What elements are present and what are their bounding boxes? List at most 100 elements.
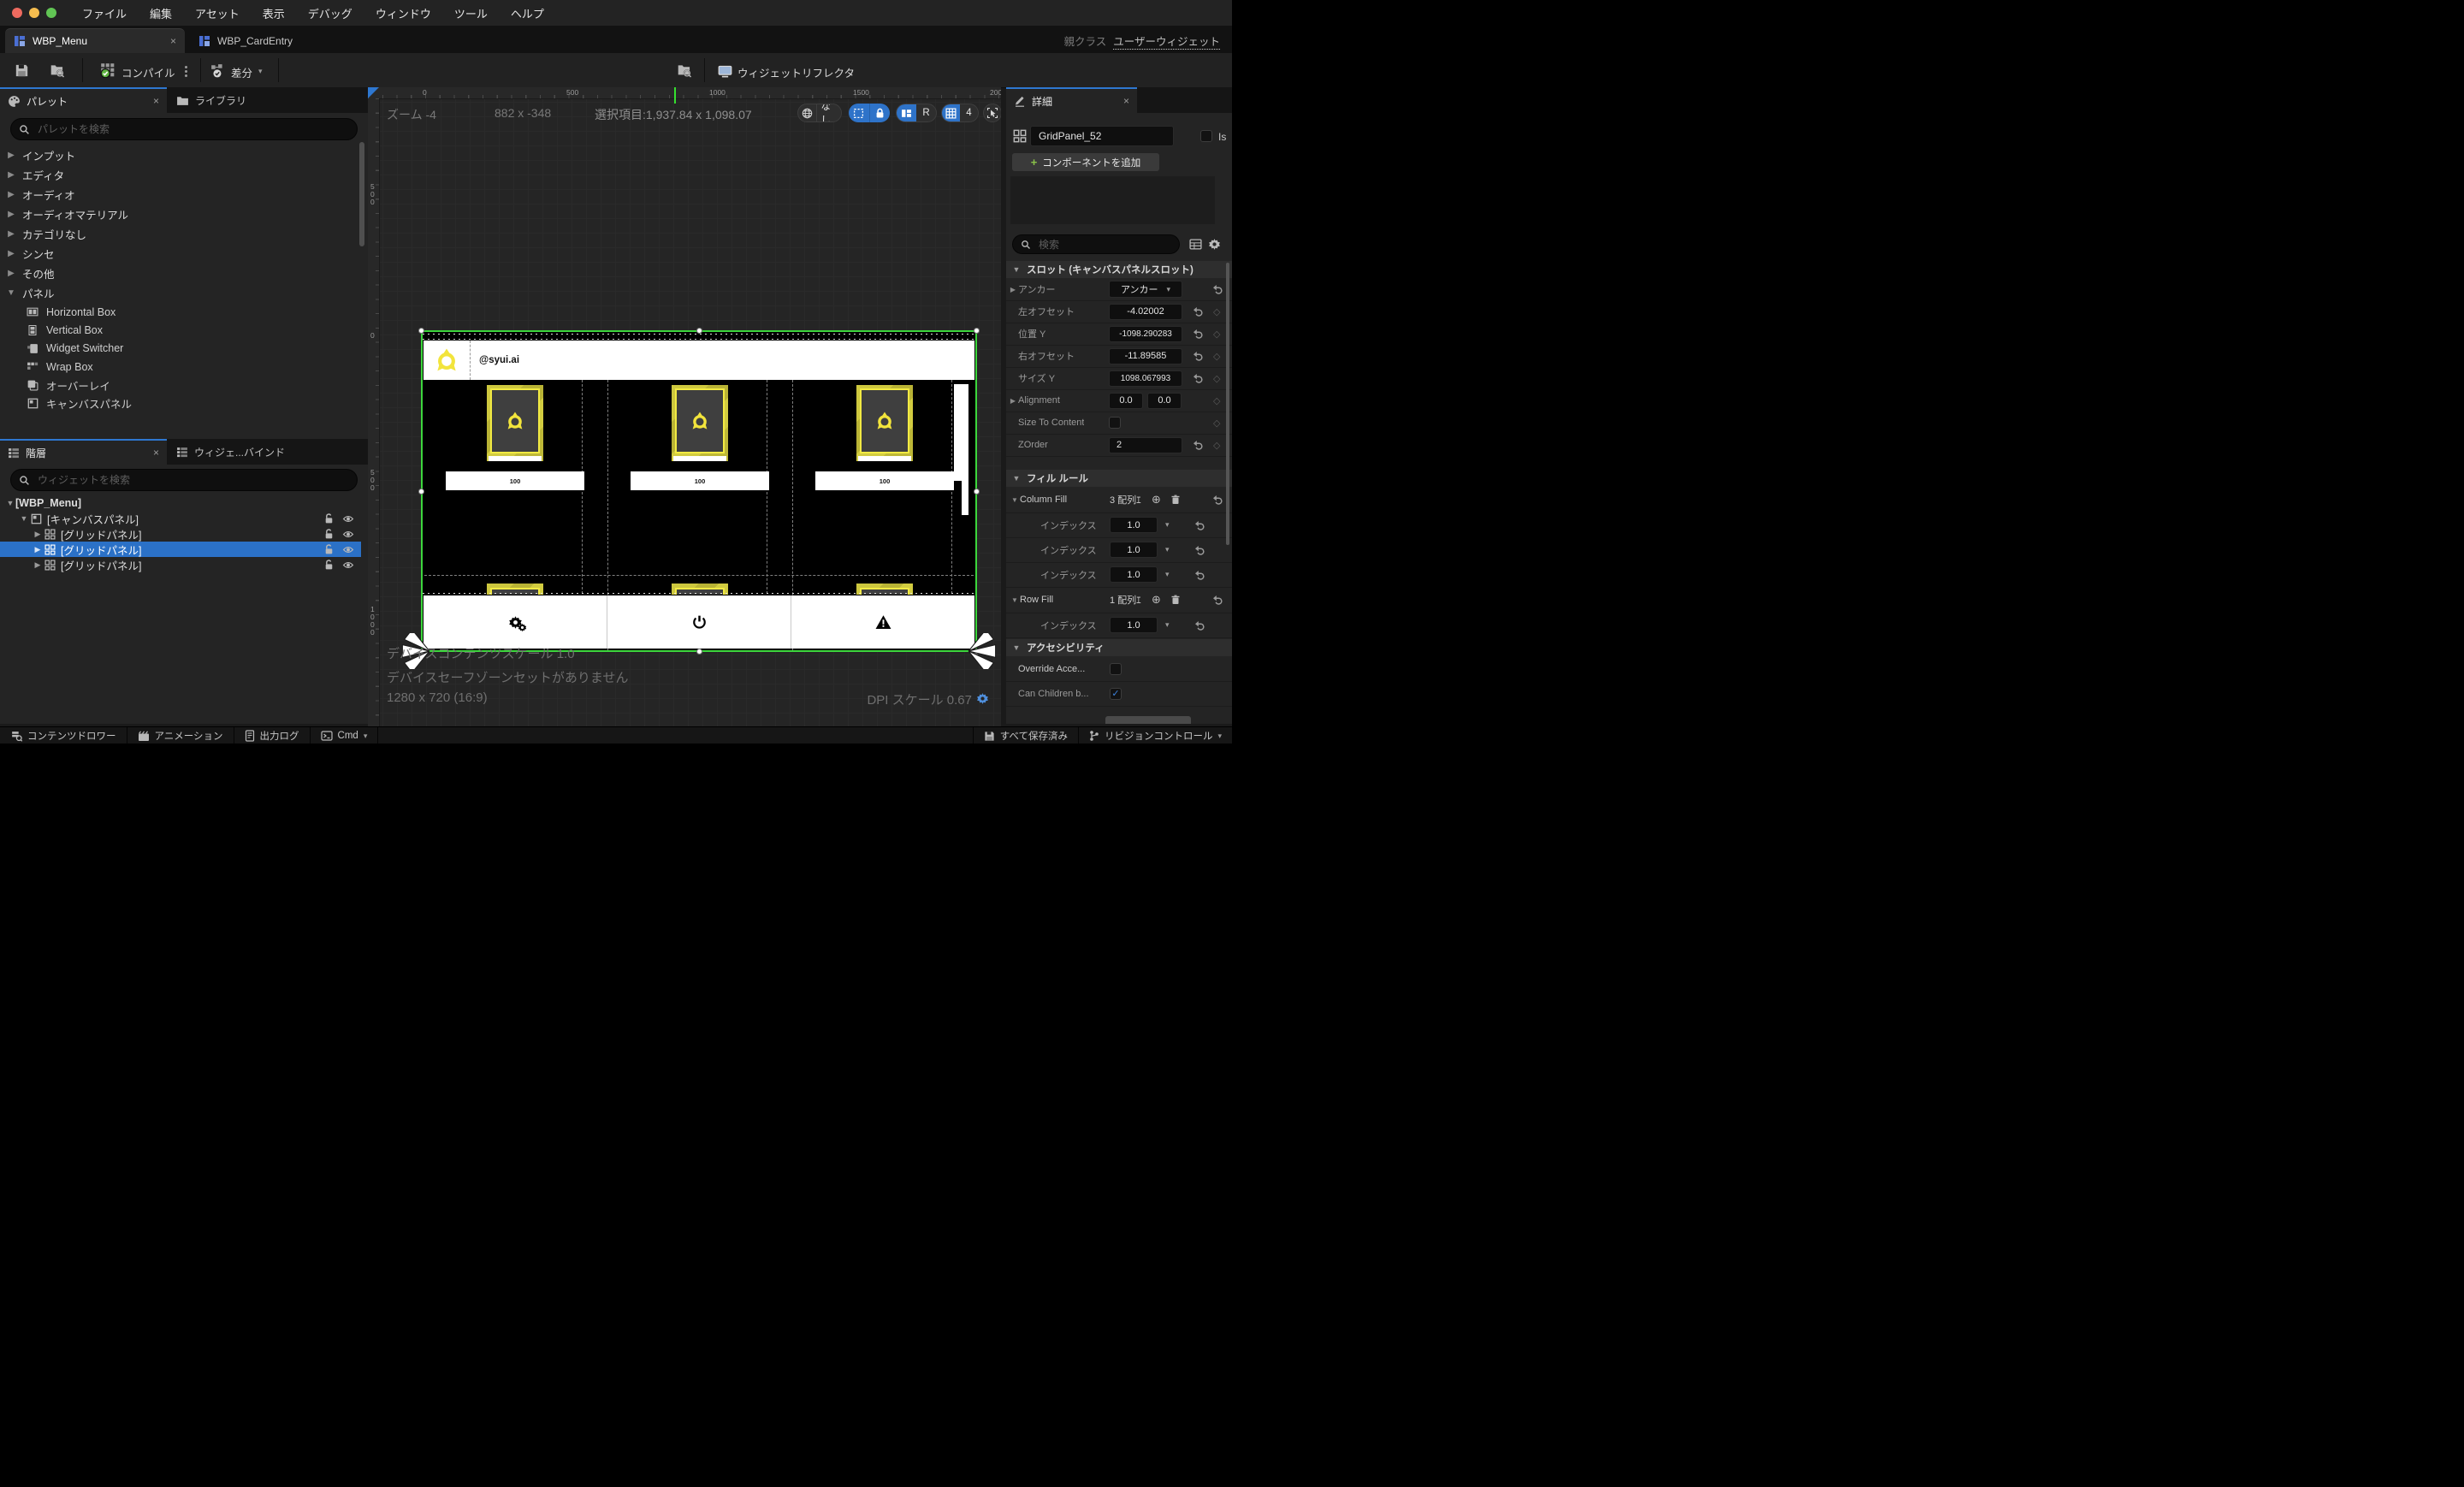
hierarchy-search-input[interactable] <box>36 473 349 487</box>
layout-columns-icon[interactable] <box>897 104 916 121</box>
chevron-right-icon[interactable]: ▶ <box>1008 397 1018 405</box>
reset-icon[interactable] <box>1193 373 1203 383</box>
window-close-button[interactable] <box>12 8 22 18</box>
alignment-x-field[interactable]: 0.0 <box>1109 393 1143 409</box>
animation-button[interactable]: アニメーション <box>127 727 234 744</box>
palette-category-panel[interactable]: ▼パネル <box>0 283 368 303</box>
tree-row-grid-panel-3[interactable]: ▶ [グリッドパネル] <box>0 557 361 572</box>
size-y-field[interactable]: 1098.067993 <box>1109 370 1182 387</box>
tree-row-wbp-menu[interactable]: ▼ [WBP_Menu] <box>0 495 361 511</box>
palette-category-uncategorized[interactable]: ▶カテゴリなし <box>0 224 368 244</box>
palette-scrollbar[interactable] <box>359 142 364 246</box>
reset-icon[interactable] <box>1193 351 1203 361</box>
chevron-down-icon[interactable]: ▼ <box>1010 496 1020 504</box>
eye-icon[interactable] <box>342 544 354 555</box>
details-search[interactable] <box>1012 234 1180 254</box>
menu-view[interactable]: 表示 <box>263 5 285 21</box>
grid-snap-icon[interactable] <box>942 104 960 121</box>
preview-scrollbar[interactable] <box>954 384 968 481</box>
palette-item-horizontal-box[interactable]: Horizontal Box <box>0 303 368 321</box>
bind-diamond-icon[interactable]: ◇ <box>1213 351 1220 362</box>
eye-icon[interactable] <box>342 560 354 571</box>
reset-icon[interactable] <box>1193 440 1203 450</box>
chevron-down-icon[interactable]: ▼ <box>1010 596 1020 604</box>
diff-icon[interactable] <box>210 63 225 78</box>
tab-wbp-menu[interactable]: WBP_Menu × <box>5 28 185 53</box>
tab-close-icon[interactable]: × <box>153 95 159 107</box>
menu-edit[interactable]: 編集 <box>150 5 172 21</box>
cmd-dropdown[interactable]: Cmd ▾ <box>311 727 379 744</box>
select-mode-button[interactable] <box>983 104 1001 122</box>
diff-button[interactable]: 差分 <box>231 64 252 80</box>
index-field[interactable]: 1.0 <box>1110 542 1158 558</box>
zorder-field[interactable]: 2 <box>1109 437 1182 453</box>
resize-handle[interactable] <box>696 328 702 334</box>
bind-diamond-icon[interactable]: ◇ <box>1213 418 1220 429</box>
alert-button[interactable] <box>791 595 974 649</box>
tab-palette[interactable]: パレット × <box>0 87 167 113</box>
palette-item-canvas-panel[interactable]: キャンバスパネル <box>0 394 368 412</box>
reset-icon[interactable] <box>1212 495 1223 505</box>
palette-category-other[interactable]: ▶その他 <box>0 264 368 283</box>
chevron-down-icon[interactable]: ▾ <box>1165 520 1170 530</box>
compile-button[interactable]: コンパイル <box>121 64 175 80</box>
is-variable-checkbox[interactable] <box>1200 130 1212 142</box>
trash-icon[interactable] <box>1170 595 1181 605</box>
reset-icon[interactable] <box>1212 284 1223 294</box>
can-children-checkbox[interactable]: ✓ <box>1110 688 1122 700</box>
palette-category-input[interactable]: ▶インプット <box>0 145 368 165</box>
details-scrollbar[interactable] <box>1226 263 1229 545</box>
reset-icon[interactable] <box>1193 306 1203 317</box>
palette-category-audio[interactable]: ▶オーディオ <box>0 185 368 204</box>
resize-handle[interactable] <box>974 328 980 334</box>
widget-name-field[interactable]: GridPanel_52 <box>1030 126 1174 146</box>
palette-category-editor[interactable]: ▶エディタ <box>0 165 368 185</box>
tree-row-grid-panel-1[interactable]: ▶ [グリッドパネル] <box>0 526 361 542</box>
palette-category-audio-material[interactable]: ▶オーディオマテリアル <box>0 204 368 224</box>
bind-diamond-icon[interactable]: ◇ <box>1213 440 1220 451</box>
hierarchy-search[interactable] <box>10 469 358 491</box>
compile-icon[interactable] <box>100 62 116 78</box>
reset-icon[interactable] <box>1194 620 1205 631</box>
display-filter-icon[interactable] <box>1189 239 1202 250</box>
chevron-down-icon[interactable]: ▾ <box>1165 570 1170 579</box>
bind-diamond-icon[interactable]: ◇ <box>1213 373 1220 384</box>
index-field[interactable]: 1.0 <box>1110 617 1158 633</box>
add-element-icon[interactable]: ⊕ <box>1152 593 1161 607</box>
tab-close-icon[interactable]: × <box>153 447 159 459</box>
tab-close-icon[interactable]: × <box>1123 95 1129 107</box>
menu-help[interactable]: ヘルプ <box>511 5 544 21</box>
chevron-right-icon[interactable]: ▶ <box>33 560 43 570</box>
menu-file[interactable]: ファイル <box>82 5 127 21</box>
reset-icon[interactable] <box>1194 545 1205 555</box>
output-log-button[interactable]: 出力ログ <box>234 727 311 744</box>
tab-details[interactable]: 詳細 × <box>1006 87 1137 113</box>
add-element-icon[interactable]: ⊕ <box>1152 493 1161 507</box>
reset-icon[interactable] <box>1194 570 1205 580</box>
tree-row-grid-panel-2-selected[interactable]: ▶ [グリッドパネル] <box>0 542 361 557</box>
preview-scrollbar-tail[interactable] <box>962 481 968 515</box>
menu-debug[interactable]: デバッグ <box>308 5 352 21</box>
chevron-right-icon[interactable]: ▶ <box>33 530 43 539</box>
grid-snap-size[interactable]: 4 <box>960 104 978 121</box>
revision-control-button[interactable]: リビジョンコントロール ▾ <box>1079 727 1232 744</box>
chevron-right-icon[interactable]: ▶ <box>33 545 43 554</box>
designer-viewport[interactable]: 0 500 1000 1500 200 5 0 0 0 5 0 0 1 0 0 … <box>368 87 1001 726</box>
tab-hierarchy[interactable]: 階層 × <box>0 439 167 465</box>
widget-canvas[interactable]: @syui.ai 100 100 100 <box>421 330 977 652</box>
palette-search[interactable] <box>10 118 358 140</box>
eye-icon[interactable] <box>342 513 354 524</box>
alignment-y-field[interactable]: 0.0 <box>1147 393 1182 409</box>
chevron-down-icon[interactable]: ▼ <box>19 514 29 523</box>
palette-item-wrap-box[interactable]: Wrap Box <box>0 358 368 376</box>
palette-category-synth[interactable]: ▶シンセ <box>0 244 368 264</box>
palette-item-widget-switcher[interactable]: Widget Switcher <box>0 340 368 358</box>
lock-open-icon[interactable] <box>323 513 335 524</box>
index-field[interactable]: 1.0 <box>1110 566 1158 583</box>
position-y-field[interactable]: -1098.290283 <box>1109 326 1182 342</box>
globe-icon[interactable] <box>798 104 816 121</box>
section-fill-rules[interactable]: ▼フィル ルール <box>1006 470 1232 487</box>
lock-open-icon[interactable] <box>323 529 335 540</box>
offset-left-field[interactable]: -4.02002 <box>1109 304 1182 320</box>
tab-wbp-cardentry[interactable]: WBP_CardEntry <box>190 28 310 53</box>
